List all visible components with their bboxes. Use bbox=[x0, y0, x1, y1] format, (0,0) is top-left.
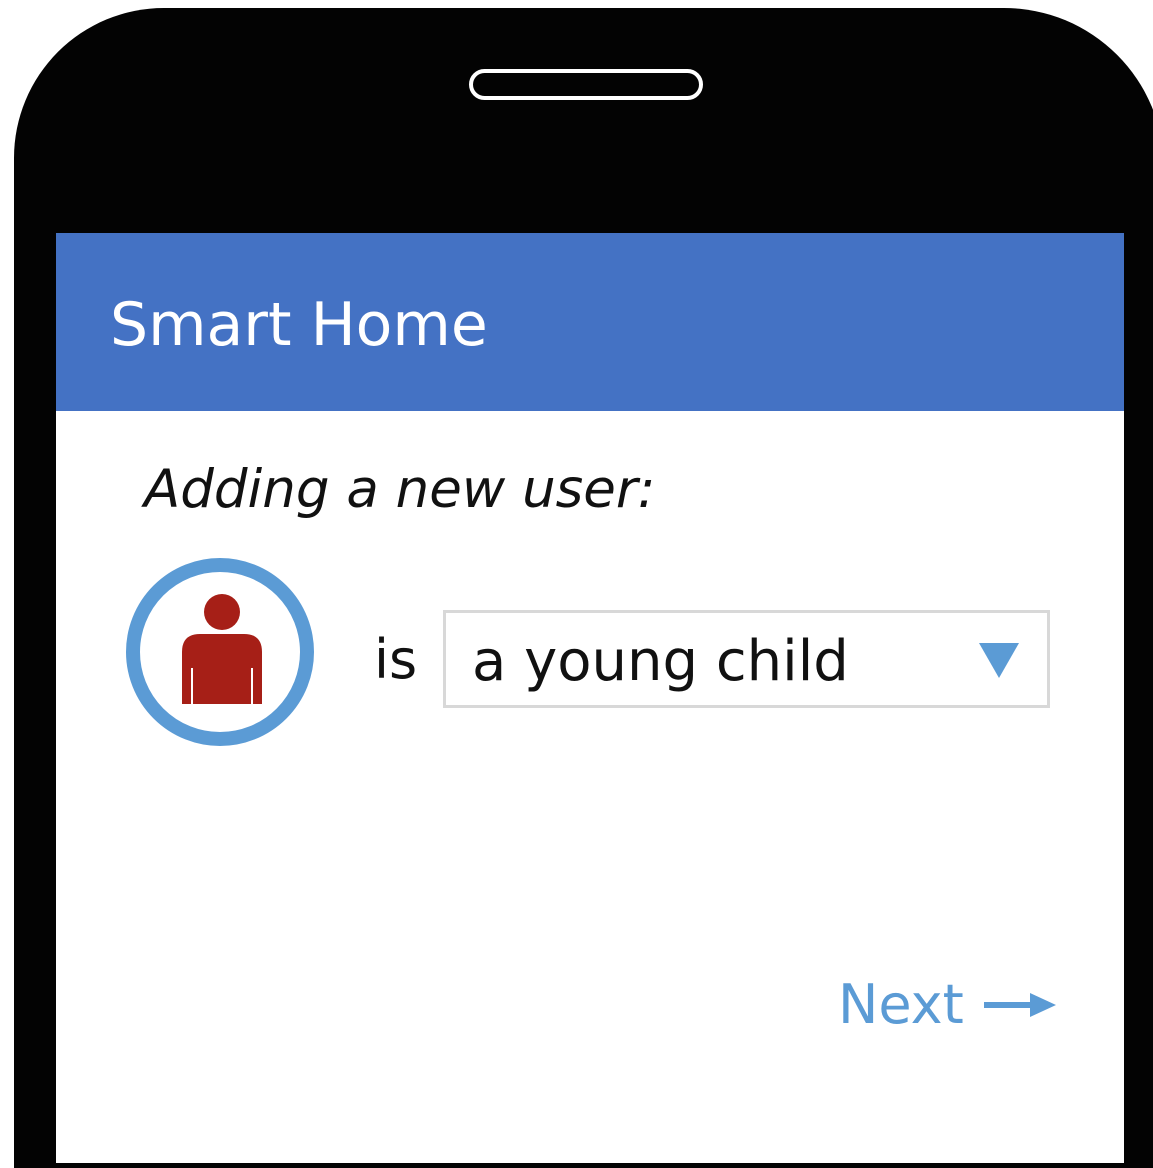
add-user-prompt: Adding a new user: bbox=[144, 459, 656, 520]
user-avatar[interactable] bbox=[126, 558, 314, 746]
next-label: Next bbox=[838, 973, 964, 1036]
app-bar: Smart Home bbox=[56, 233, 1124, 411]
role-selected-value: a young child bbox=[472, 629, 849, 694]
person-icon bbox=[182, 594, 262, 704]
app-title: Smart Home bbox=[110, 290, 488, 360]
phone-screen: Smart Home Adding a new user: is a young… bbox=[56, 233, 1124, 1163]
arrow-right-icon bbox=[983, 993, 1056, 1017]
role-dropdown[interactable]: a young child bbox=[443, 610, 1050, 708]
connector-label: is bbox=[374, 628, 418, 691]
dropdown-arrow-icon[interactable] bbox=[979, 643, 1019, 678]
phone-frame: Smart Home Adding a new user: is a young… bbox=[14, 8, 1153, 1168]
phone-speaker bbox=[469, 69, 703, 100]
next-button[interactable]: Next bbox=[838, 973, 1056, 1037]
